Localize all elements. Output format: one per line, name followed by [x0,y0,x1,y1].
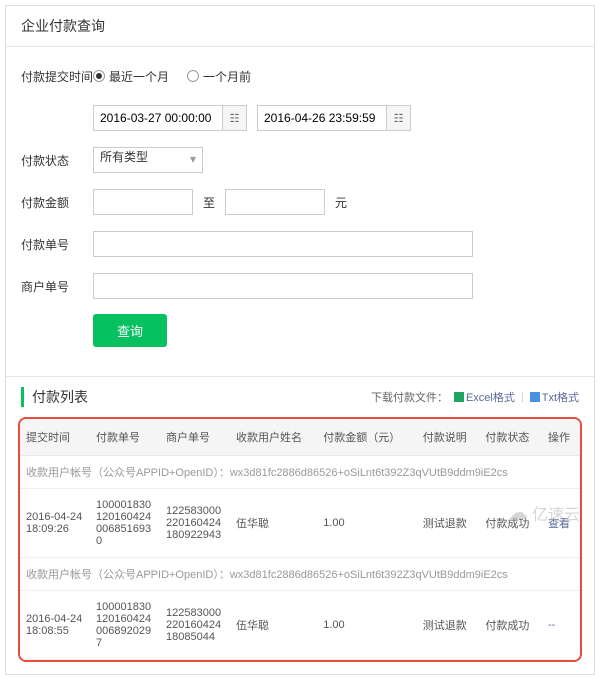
txt-icon [530,392,540,402]
query-form: 付款提交时间 最近一个月 一个月前 ☷ ☷ 付款状态 所有类型 [6,47,594,376]
status-select[interactable]: 所有类型 [93,147,203,173]
radio-label: 最近一个月 [109,68,169,85]
date-from-input[interactable] [93,105,223,131]
col-time: 提交时间 [20,419,90,456]
cell-desc: 测试退款 [417,489,480,558]
excel-icon [454,392,464,402]
cell-merchant-no: 12258300022016042418085044 [160,591,230,660]
account-row: 收款用户帐号（公众号APPID+OpenID）：wx3d81fc2886d865… [20,456,580,489]
label-order-no: 付款单号 [21,236,93,253]
order-no-input[interactable] [93,231,473,257]
cell-status: 付款成功 [479,591,542,660]
cell-recv-name: 伍华聪 [230,591,317,660]
radio-icon [93,70,105,82]
cell-merchant-no: 12258300022016042418092294​3 [160,489,230,558]
view-link[interactable]: -- [548,619,555,631]
cell-order-no: 10000183012016042400689202​97 [90,591,160,660]
label-status: 付款状态 [21,152,93,169]
merchant-no-input[interactable] [93,273,473,299]
calendar-icon[interactable]: ☷ [223,105,247,131]
cell-amount: 1.00 [317,591,417,660]
col-order-no: 付款单号 [90,419,160,456]
amount-to-input[interactable] [225,189,325,215]
label-amount: 付款金额 [21,194,93,211]
col-recv-name: 收款用户姓名 [230,419,317,456]
download-area: 下载付款文件： Excel格式 | Txt格式 [371,389,579,405]
cell-desc: 测试退款 [417,591,480,660]
radio-label: 一个月前 [203,68,251,85]
radio-icon [187,70,199,82]
list-title: 付款列表 [21,387,88,407]
col-amount: 付款金额（元） [317,419,417,456]
page-title: 企业付款查询 [6,6,594,47]
account-row: 收款用户帐号（公众号APPID+OpenID）：wx3d81fc2886d865… [20,558,580,591]
download-label: 下载付款文件： [371,389,448,405]
date-to-input[interactable] [257,105,387,131]
label-merchant-no: 商户单号 [21,278,93,295]
radio-recent-month[interactable]: 最近一个月 [93,68,169,85]
cloud-icon: ☁ [508,500,528,525]
col-action: 操作 [542,419,580,456]
label-submit-time: 付款提交时间 [21,68,93,85]
download-excel-link[interactable]: Excel格式 [454,389,515,405]
table-row: 2016-04-24 18:08:55 10000183012016042400… [20,591,580,660]
select-value: 所有类型 [100,150,148,164]
calendar-icon[interactable]: ☷ [387,105,411,131]
col-status: 付款状态 [479,419,542,456]
col-desc: 付款说明 [417,419,480,456]
cell-order-no: 10000183012016042400685169​30 [90,489,160,558]
col-merchant-no: 商户单号 [160,419,230,456]
radio-month-ago[interactable]: 一个月前 [187,68,251,85]
amount-from-input[interactable] [93,189,193,215]
query-button[interactable]: 查询 [93,314,167,347]
watermark: ☁ 亿速云 [508,500,580,525]
download-txt-link[interactable]: Txt格式 [530,389,579,405]
cell-recv-name: 伍华聪 [230,489,317,558]
table-row: 2016-04-24 18:09:26 10000183012016042400… [20,489,580,558]
cell-amount: 1.00 [317,489,417,558]
cell-time: 2016-04-24 18:08:55 [20,591,90,660]
cell-time: 2016-04-24 18:09:26 [20,489,90,558]
amount-unit: 元 [335,194,347,211]
amount-sep: 至 [203,194,215,211]
result-table: 提交时间 付款单号 商户单号 收款用户姓名 付款金额（元） 付款说明 付款状态 … [18,417,582,662]
